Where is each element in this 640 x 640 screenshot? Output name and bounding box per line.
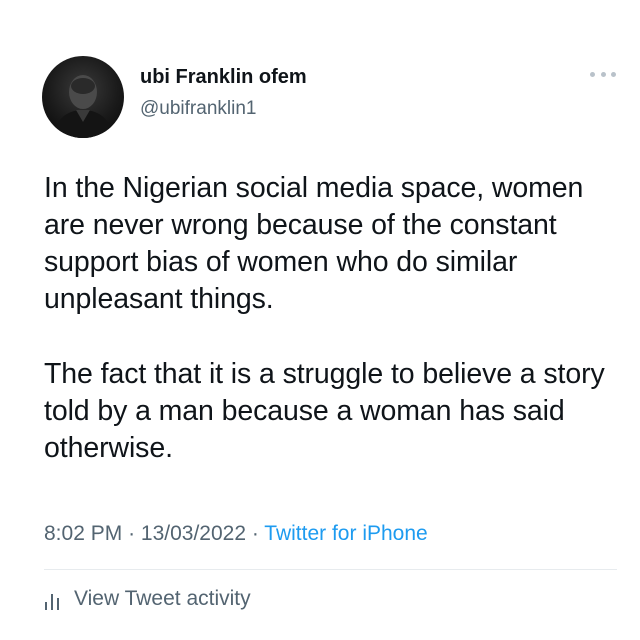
avatar-photo bbox=[52, 75, 114, 138]
meta-separator: · bbox=[128, 522, 141, 545]
user-handle[interactable]: @ubifranklin1 bbox=[140, 98, 256, 120]
tweet-source-link[interactable]: Twitter for iPhone bbox=[264, 522, 427, 545]
avatar[interactable] bbox=[42, 56, 124, 138]
meta-separator: · bbox=[251, 522, 265, 545]
tweet-meta: 8:02 PM · 13/03/2022 · Twitter for iPhon… bbox=[44, 522, 428, 546]
tweet-time[interactable]: 8:02 PM bbox=[44, 522, 122, 545]
display-name[interactable]: ubi Franklin ofem bbox=[140, 66, 307, 89]
tweet-card: ubi Franklin ofem @ubifranklin1 In the N… bbox=[0, 0, 640, 640]
more-dots-icon[interactable] bbox=[590, 68, 616, 80]
view-tweet-activity-label: View Tweet activity bbox=[74, 587, 251, 610]
tweet-date[interactable]: 13/03/2022 bbox=[141, 522, 246, 545]
tweet-paragraph-2: The fact that it is a struggle to believ… bbox=[44, 358, 605, 464]
divider bbox=[44, 569, 617, 570]
tweet-paragraph-1: In the Nigerian social media space, wome… bbox=[44, 172, 584, 315]
bar-chart-icon bbox=[44, 591, 62, 611]
view-tweet-activity-button[interactable]: View Tweet activity bbox=[44, 587, 251, 611]
